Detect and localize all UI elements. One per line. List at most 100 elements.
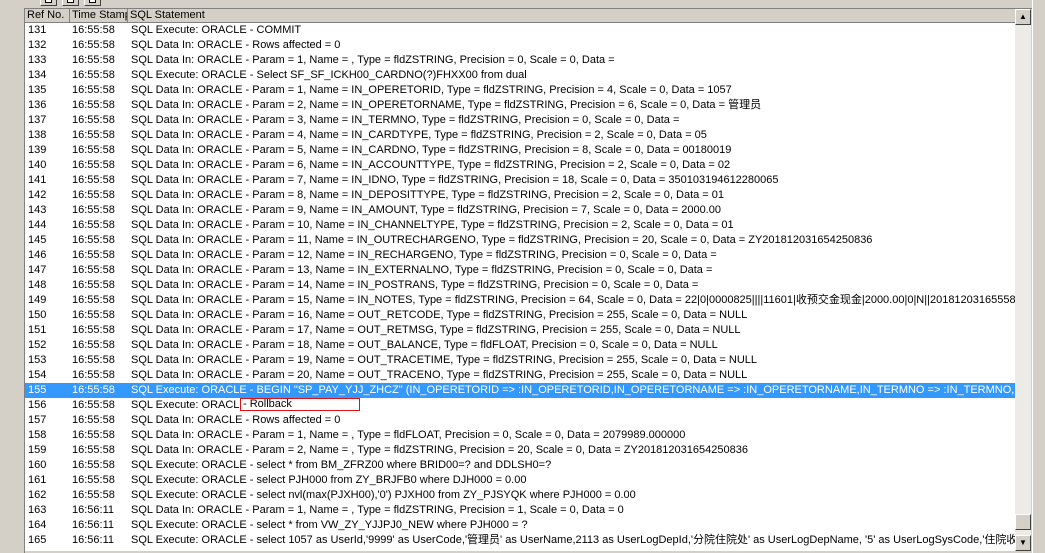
table-row[interactable]: 143 16:55:58 SQL Data In: ORACLE - Param =… (25, 203, 1015, 218)
table-row[interactable]: 141 16:55:58 SQL Data In: ORACLE - Param =… (25, 173, 1015, 188)
cell-time-stamp: 16:55:58 (72, 489, 115, 501)
cell-ref-no: 142 (28, 189, 47, 201)
cell-sql-statement: SQL Execute: ORACLE - Select SF_SF_ICKH0… (131, 69, 527, 81)
cell-sql-statement: SQL Data In: ORACLE - Param = 6, Name = … (131, 159, 731, 171)
cell-time-stamp: 16:55:58 (72, 369, 115, 381)
cell-ref-no: 154 (28, 369, 47, 381)
cell-time-stamp: 16:55:58 (72, 459, 115, 471)
grid-header: Ref No. Time Stamp SQL Statement (25, 9, 1015, 23)
cell-time-stamp: 16:55:58 (72, 174, 115, 186)
table-row[interactable]: 165 16:56:11 SQL Execute: ORACLE - select … (25, 533, 1015, 548)
table-row[interactable]: 158 16:55:58 SQL Data In: ORACLE - Param =… (25, 428, 1015, 443)
cell-ref-no: 135 (28, 84, 47, 96)
table-row[interactable]: 137 16:55:58 SQL Data In: ORACLE - Param =… (25, 113, 1015, 128)
cell-ref-no: 141 (28, 174, 47, 186)
cell-ref-no: 140 (28, 159, 47, 171)
cell-ref-no: 131 (28, 24, 47, 36)
cell-sql-statement: SQL Data In: ORACLE - Param = 5, Name = … (131, 144, 732, 156)
grid-rows: 131 16:55:58 SQL Execute: ORACLE - COMMIT 1… (25, 23, 1015, 551)
table-row[interactable]: 142 16:55:58 SQL Data In: ORACLE - Param =… (25, 188, 1015, 203)
table-row[interactable]: 135 16:55:58 SQL Data In: ORACLE - Param =… (25, 83, 1015, 98)
table-row[interactable]: 144 16:55:58 SQL Data In: ORACLE - Param =… (25, 218, 1015, 233)
scroll-down-icon[interactable]: ▼ (1015, 535, 1031, 551)
cell-inline-editor[interactable]: - Rollback (240, 398, 360, 411)
cell-time-stamp: 16:55:58 (72, 39, 115, 51)
cell-time-stamp: 16:55:58 (72, 339, 115, 351)
cell-sql-statement: SQL Data In: ORACLE - Param = 2, Name = … (131, 99, 762, 111)
table-row[interactable]: 134 16:55:58 SQL Execute: ORACLE - Select … (25, 68, 1015, 83)
cell-ref-no: 148 (28, 279, 47, 291)
cell-time-stamp: 16:55:58 (72, 264, 115, 276)
table-row[interactable]: 152 16:55:58 SQL Data In: ORACLE - Param =… (25, 338, 1015, 353)
table-row[interactable]: 162 16:55:58 SQL Execute: ORACLE - select … (25, 488, 1015, 503)
cell-ref-no: 155 (28, 384, 47, 396)
column-header-time-stamp[interactable]: Time Stamp (70, 9, 128, 22)
table-row[interactable]: 154 16:55:58 SQL Data In: ORACLE - Param =… (25, 368, 1015, 383)
cell-sql-statement: SQL Data In: ORACLE - Param = 10, Name =… (131, 219, 734, 231)
scroll-thumb[interactable] (1015, 514, 1031, 530)
table-row[interactable]: 156 16:55:58 SQL Execute: ORACLE - Rollback (25, 398, 1015, 413)
table-row[interactable]: 147 16:55:58 SQL Data In: ORACLE - Param =… (25, 263, 1015, 278)
cell-time-stamp: 16:55:58 (72, 294, 115, 306)
toolbar-button-3[interactable] (84, 0, 101, 6)
table-row[interactable]: 133 16:55:58 SQL Data In: ORACLE - Param =… (25, 53, 1015, 68)
cell-ref-no: 153 (28, 354, 47, 366)
cell-time-stamp: 16:55:58 (72, 384, 115, 396)
cell-ref-no: 136 (28, 99, 47, 111)
cell-sql-statement: SQL Execute: ORACLE - select * from BM_Z… (131, 459, 552, 471)
table-row[interactable]: 139 16:55:58 SQL Data In: ORACLE - Param =… (25, 143, 1015, 158)
window-edge-panel (1032, 0, 1045, 553)
cell-time-stamp: 16:55:58 (72, 129, 115, 141)
table-row[interactable]: 157 16:55:58 SQL Data In: ORACLE - Rows af… (25, 413, 1015, 428)
cell-time-stamp: 16:56:11 (72, 534, 115, 546)
table-row[interactable]: 138 16:55:58 SQL Data In: ORACLE - Param =… (25, 128, 1015, 143)
cell-sql-statement: SQL Data In: ORACLE - Param = 2, Name = … (131, 444, 748, 456)
cell-time-stamp: 16:55:58 (72, 414, 115, 426)
column-header-ref-no[interactable]: Ref No. (25, 9, 70, 22)
table-row[interactable]: 159 16:55:58 SQL Data In: ORACLE - Param =… (25, 443, 1015, 458)
cell-time-stamp: 16:55:58 (72, 279, 115, 291)
table-row[interactable]: 161 16:55:58 SQL Execute: ORACLE - select … (25, 473, 1015, 488)
cell-time-stamp: 16:55:58 (72, 324, 115, 336)
table-row[interactable]: 160 16:55:58 SQL Execute: ORACLE - select … (25, 458, 1015, 473)
cell-time-stamp: 16:55:58 (72, 99, 115, 111)
table-row[interactable]: 136 16:55:58 SQL Data In: ORACLE - Param =… (25, 98, 1015, 113)
cell-ref-no: 163 (28, 504, 47, 516)
cell-ref-no: 139 (28, 144, 47, 156)
table-row[interactable]: 151 16:55:58 SQL Data In: ORACLE - Param =… (25, 323, 1015, 338)
table-row[interactable]: 164 16:56:11 SQL Execute: ORACLE - select … (25, 518, 1015, 533)
cell-sql-statement: SQL Execute: ORACLE (131, 399, 247, 411)
table-row[interactable]: 149 16:55:58 SQL Data In: ORACLE - Param =… (25, 293, 1015, 308)
cell-time-stamp: 16:55:58 (72, 204, 115, 216)
column-header-sql-statement[interactable]: SQL Statement (128, 9, 1015, 22)
cell-sql-statement: SQL Data In: ORACLE - Param = 1, Name = … (131, 84, 732, 96)
cell-time-stamp: 16:55:58 (72, 354, 115, 366)
cell-time-stamp: 16:55:58 (72, 69, 115, 81)
cell-sql-statement: SQL Data In: ORACLE - Param = 9, Name = … (131, 204, 721, 216)
toolbar-button-1[interactable] (40, 0, 57, 6)
table-row[interactable]: 153 16:55:58 SQL Data In: ORACLE - Param =… (25, 353, 1015, 368)
cell-ref-no: 149 (28, 294, 47, 306)
cell-sql-statement: SQL Data In: ORACLE - Param = 17, Name =… (131, 324, 741, 336)
table-row[interactable]: 163 16:56:11 SQL Data In: ORACLE - Param =… (25, 503, 1015, 518)
cell-sql-statement: SQL Data In: ORACLE - Param = 13, Name =… (131, 264, 713, 276)
table-row[interactable]: 140 16:55:58 SQL Data In: ORACLE - Param =… (25, 158, 1015, 173)
vertical-scrollbar[interactable]: ▲ ▼ (1015, 9, 1031, 551)
table-row[interactable]: 132 16:55:58 SQL Data In: ORACLE - Rows af… (25, 38, 1015, 53)
scroll-up-icon[interactable]: ▲ (1015, 9, 1031, 25)
table-row[interactable]: 150 16:55:58 SQL Data In: ORACLE - Param =… (25, 308, 1015, 323)
cell-ref-no: 134 (28, 69, 47, 81)
cell-sql-statement: SQL Data In: ORACLE - Rows affected = 0 (131, 39, 341, 51)
cell-sql-statement: SQL Data In: ORACLE - Param = 16, Name =… (131, 309, 748, 321)
table-row[interactable]: 131 16:55:58 SQL Execute: ORACLE - COMMIT (25, 23, 1015, 38)
table-row-selected[interactable]: 155 16:55:58 SQL Execute: ORACLE - BEGIN "… (25, 383, 1015, 398)
cell-ref-no: 164 (28, 519, 47, 531)
table-row[interactable]: 146 16:55:58 SQL Data In: ORACLE - Param =… (25, 248, 1015, 263)
toolbar-button-2[interactable] (62, 0, 79, 6)
cell-ref-no: 150 (28, 309, 47, 321)
cell-time-stamp: 16:55:58 (72, 84, 115, 96)
cell-time-stamp: 16:55:58 (72, 114, 115, 126)
table-row[interactable]: 145 16:55:58 SQL Data In: ORACLE - Param =… (25, 233, 1015, 248)
cell-time-stamp: 16:55:58 (72, 219, 115, 231)
table-row[interactable]: 148 16:55:58 SQL Data In: ORACLE - Param =… (25, 278, 1015, 293)
